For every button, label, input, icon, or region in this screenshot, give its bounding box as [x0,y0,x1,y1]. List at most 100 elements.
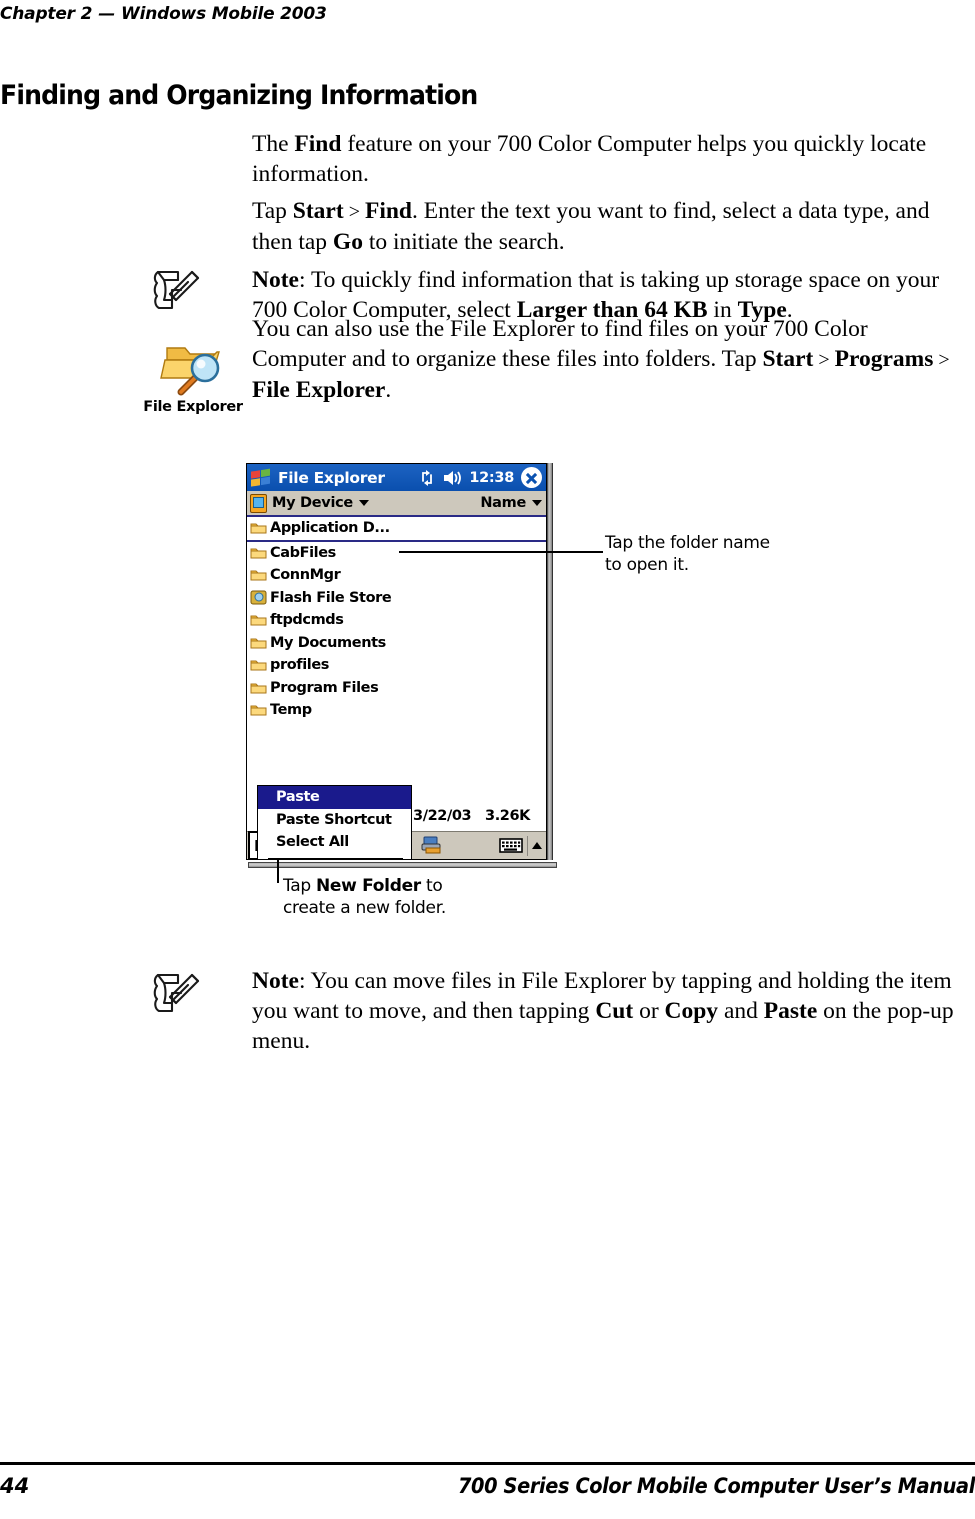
screenshot-bottom-bezel [248,862,557,868]
folder-icon [250,523,267,534]
fe-text-g: . [385,377,392,403]
pda-nav-bar: My Device Name [247,491,546,517]
folder-icon [250,660,267,671]
p1-text-a: The [252,131,295,157]
menu-item-paste[interactable]: Paste [258,786,411,809]
list-item-label: profiles [270,657,330,674]
file-explorer-margin-icon-group: File Explorer [139,340,247,415]
list-item[interactable]: ConnMgr [247,564,546,587]
sort-label[interactable]: Name [480,495,526,511]
windows-start-icon[interactable] [249,467,273,489]
note1-label: Note [252,267,299,293]
running-head-dash: — [98,4,116,24]
folder-icon [250,705,267,716]
p1-text-c: feature on your 700 Color Computer helps… [252,131,927,187]
context-menu: Paste Paste Shortcut Select All New Fold… [257,785,412,859]
callout-leader-folder [399,551,603,553]
keyboard-icon[interactable] [499,837,523,854]
pda-app-title: File Explorer [278,468,385,487]
network-icon[interactable] [419,469,435,487]
list-item-label: My Documents [270,634,386,651]
list-item-label: CabFiles [270,544,336,561]
list-item[interactable]: ftpdcmds [247,609,546,632]
p1-bold-find: Find [294,131,342,157]
callout-nf-c: to [420,876,443,896]
running-head-chapter: Chapter 2 [0,4,93,24]
fe-bold-fileexplorer: File Explorer [252,377,386,403]
file-explorer-icon [160,347,220,396]
triangle-up-icon[interactable] [532,842,542,849]
folder-icon [250,615,267,626]
list-item-label: Application D... [270,520,390,537]
folder-icon [250,638,267,649]
p2-bold-start: Start [292,198,344,224]
note2-bold-paste: Paste [763,998,818,1024]
paragraph-find-steps: Tap Start > Find. Enter the text you wan… [252,196,965,257]
printer-icon[interactable] [420,835,444,857]
list-item[interactable]: My Documents [247,632,546,655]
menu-item-select-all[interactable]: Select All [258,831,411,854]
note-pencil-icon [148,963,206,1021]
file-size: 3.26K [485,808,531,824]
file-list: Application D... CabFiles ConnMgr Flash … [247,517,546,859]
list-item-label: Flash File Store [270,589,392,606]
callout-new-folder: Tap New Folder to create a new folder. [283,876,446,919]
note2-text-c: or [633,998,665,1024]
fe-bold-start: Start [762,346,814,372]
list-item[interactable]: Program Files [247,677,546,700]
file-date: 3/22/03 [413,808,472,824]
pda-clock: 12:38 [469,469,514,486]
footer-rule [0,1462,975,1465]
screenshot-right-bezel [547,463,553,860]
callout-newfolder-line2: create a new folder. [283,897,446,918]
file-explorer-icon-label: File Explorer [143,399,243,415]
location-label[interactable]: My Device [272,495,353,511]
list-item[interactable]: profiles [247,654,546,677]
note-pencil-icon [148,260,206,318]
toolbar-divider [527,835,528,856]
footer-manual-title: 700 Series Color Mobile Computer User’s … [457,1474,975,1498]
input-panel-group[interactable] [499,835,546,856]
pda-title-bar: File Explorer 12:38 [247,464,546,491]
list-item-label: Program Files [270,679,379,696]
paragraph-find-intro: The Find feature on your 700 Color Compu… [252,129,965,189]
note-block-2: Note: You can move files in File Explore… [252,966,965,1056]
fe-bold-programs: Programs [834,346,934,372]
p2-bold-find: Find [364,198,412,224]
sort-control[interactable]: Name [480,495,542,511]
p2-text-g: to initiate the search. [362,229,565,255]
callout-nf-b: New Folder [315,876,421,896]
page-title: Finding and Organizing Information [0,80,478,111]
list-item[interactable]: Application D... [247,517,546,542]
callout-nf-a: Tap [283,876,316,896]
p2-bold-go: Go [332,229,363,255]
running-head: Chapter 2— Windows Mobile 2003 [0,4,327,24]
note2-text-e: and [718,998,764,1024]
running-head-title: Windows Mobile 2003 [121,4,327,24]
folder-icon [250,548,267,559]
fe-gt-1: > [813,349,835,371]
chevron-down-icon[interactable] [532,500,542,506]
list-item[interactable]: Temp [247,699,546,722]
chevron-down-icon[interactable] [358,500,369,506]
note2-bold-cut: Cut [595,998,634,1024]
page-number: 44 [0,1474,30,1498]
paragraph-file-explorer: You can also use the File Explorer to fi… [252,314,965,405]
callout-folder-line1: Tap the folder name [605,533,770,553]
p2-gt-1: > [343,201,365,223]
menu-divider [268,857,403,859]
close-icon[interactable] [521,467,542,488]
callout-newfolder-line1: Tap New Folder to [283,876,446,898]
file-explorer-screenshot: File Explorer 12:38 My Device Name Appli… [246,463,558,869]
p2-text-a: Tap [252,198,293,224]
list-item[interactable]: Flash File Store [247,587,546,610]
callout-folder-name: Tap the folder name to open it. [605,533,770,576]
speaker-icon[interactable] [442,469,462,487]
callout-folder-line2: to open it. [605,554,689,575]
folder-icon [250,570,267,581]
pda-screen: File Explorer 12:38 My Device Name Appli… [246,463,547,860]
note2-label: Note [252,968,299,994]
manual-page: Chapter 2— Windows Mobile 2003 Finding an… [0,0,975,1519]
menu-item-paste-shortcut[interactable]: Paste Shortcut [258,809,411,832]
device-icon [250,493,267,513]
